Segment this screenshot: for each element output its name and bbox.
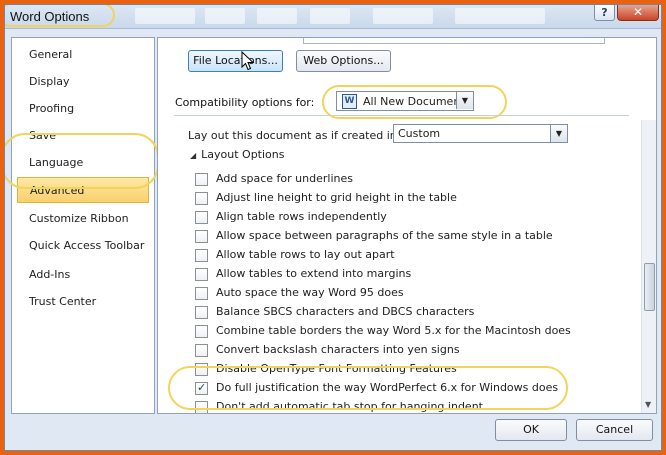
nav-item-trust-center[interactable]: Trust Center	[17, 289, 149, 315]
option-label: Auto space the way Word 95 does	[216, 286, 404, 299]
option-label: Allow table rows to lay out apart	[216, 248, 395, 261]
ok-button[interactable]: OK	[495, 419, 567, 441]
title-bar: Word Options ? ✕	[5, 5, 661, 29]
mouse-pointer-icon	[241, 51, 255, 71]
advanced-settings-panel: File Locations... Web Options... Compati…	[157, 37, 657, 414]
option-checkbox[interactable]	[195, 287, 208, 300]
nav-item-general[interactable]: General	[17, 42, 149, 68]
option-row[interactable]: Convert backslash characters into yen si…	[195, 341, 615, 360]
option-checkbox[interactable]	[195, 192, 208, 205]
collapse-triangle-icon: ◢	[190, 151, 197, 160]
layout-select-value: Custom	[398, 127, 441, 140]
nav-item-add-ins[interactable]: Add-Ins	[17, 262, 149, 288]
option-row[interactable]: Adjust line height to grid height in the…	[195, 189, 615, 208]
cancel-button[interactable]: Cancel	[576, 419, 653, 441]
option-row[interactable]: Balance SBCS characters and DBCS charact…	[195, 303, 615, 322]
option-label: Combine table borders the way Word 5.x f…	[216, 324, 571, 337]
nav-item-quick-access-toolbar[interactable]: Quick Access Toolbar	[17, 233, 149, 259]
option-checkbox[interactable]	[195, 344, 208, 357]
web-options-button[interactable]: Web Options...	[296, 50, 391, 72]
layout-version-select[interactable]: Custom ▼	[393, 124, 568, 143]
option-checkbox[interactable]	[195, 306, 208, 319]
option-checkbox[interactable]	[195, 230, 208, 243]
scroll-down-icon[interactable]: ▼	[645, 400, 651, 409]
option-label: Add space for underlines	[216, 172, 353, 185]
layout-options-group-header[interactable]: ◢ Layout Options	[190, 148, 285, 161]
option-row[interactable]: Combine table borders the way Word 5.x f…	[195, 322, 615, 341]
background-ribbon-tab	[455, 8, 545, 24]
option-label: Allow space between paragraphs of the sa…	[216, 229, 553, 242]
option-label: Allow tables to extend into margins	[216, 267, 412, 280]
compatibility-select-value: All New Documents	[363, 95, 471, 108]
file-locations-button[interactable]: File Locations...	[188, 50, 283, 72]
section-divider	[174, 115, 629, 116]
nav-item-customize-ribbon[interactable]: Customize Ribbon	[17, 206, 149, 232]
option-row[interactable]: Align table rows independently	[195, 208, 615, 227]
background-ribbon-tab	[310, 8, 350, 24]
vertical-scrollbar[interactable]: ▼	[641, 120, 656, 413]
option-checkbox[interactable]	[195, 325, 208, 338]
scrolled-text-field[interactable]	[303, 38, 605, 44]
option-label: Balance SBCS characters and DBCS charact…	[216, 305, 475, 318]
options-category-list: General Display Proofing Save Language A…	[11, 37, 155, 414]
help-button[interactable]: ?	[594, 5, 615, 21]
compatibility-options-label: Compatibility options for:	[175, 96, 315, 109]
compatibility-document-select[interactable]: W All New Documents ▼	[336, 91, 474, 111]
option-row[interactable]: Allow space between paragraphs of the sa…	[195, 227, 615, 246]
option-row[interactable]: Auto space the way Word 95 does	[195, 284, 615, 303]
option-checkbox[interactable]	[195, 249, 208, 262]
option-checkbox[interactable]	[195, 268, 208, 281]
chevron-down-icon[interactable]: ▼	[550, 125, 567, 142]
background-ribbon-tab	[135, 8, 195, 24]
background-ribbon-tab	[373, 8, 433, 24]
background-ribbon-tab	[257, 8, 297, 24]
layout-options-label: Layout Options	[201, 148, 285, 161]
option-checkbox[interactable]	[195, 211, 208, 224]
nav-item-proofing[interactable]: Proofing	[17, 96, 149, 122]
word-options-dialog: Word Options ? ✕ General Display Proofin…	[4, 4, 662, 451]
option-row[interactable]: Allow table rows to lay out apart	[195, 246, 615, 265]
option-checkbox[interactable]	[195, 173, 208, 186]
option-row[interactable]: Allow tables to extend into margins	[195, 265, 615, 284]
wordperfect-highlight-ring	[168, 366, 568, 410]
option-label: Adjust line height to grid height in the…	[216, 191, 457, 204]
dialog-title: Word Options	[10, 9, 90, 24]
background-ribbon-tab	[205, 8, 245, 24]
scrollbar-thumb[interactable]	[644, 263, 655, 311]
option-label: Align table rows independently	[216, 210, 387, 223]
layout-as-if-created-label: Lay out this document as if created in:	[188, 129, 401, 142]
chevron-down-icon[interactable]: ▼	[456, 92, 473, 109]
option-row[interactable]: Add space for underlines	[195, 170, 615, 189]
word-document-icon: W	[342, 94, 357, 109]
option-label: Convert backslash characters into yen si…	[216, 343, 460, 356]
close-button[interactable]: ✕	[617, 5, 659, 21]
nav-item-display[interactable]: Display	[17, 69, 149, 95]
advanced-highlight-ring	[5, 133, 159, 189]
